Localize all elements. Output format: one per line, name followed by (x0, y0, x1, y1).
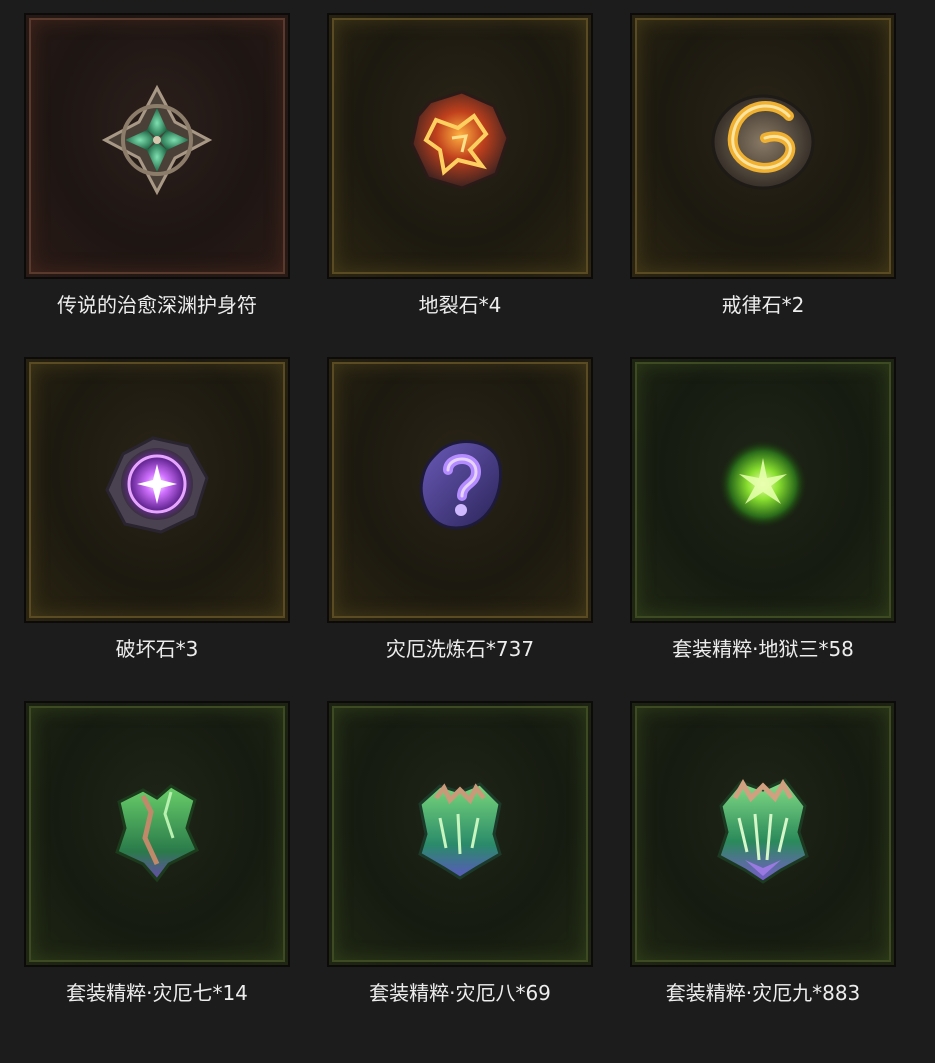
reward-item-9[interactable]: 套装精粹·灾厄九*883 (630, 701, 896, 1005)
reward-item-1[interactable]: 传说的治愈深渊护身符 (24, 13, 290, 317)
item-label: 灾厄洗炼石*737 (385, 637, 535, 661)
set-essence-shard-icon (115, 784, 199, 883)
item-frame[interactable] (24, 13, 290, 279)
item-frame[interactable] (327, 701, 593, 967)
reward-item-2[interactable]: 地裂石*4 (327, 13, 593, 317)
item-frame[interactable] (327, 357, 593, 623)
reward-item-7[interactable]: 套装精粹·灾厄七*14 (24, 701, 290, 1005)
reward-item-3[interactable]: 戒律石*2 (630, 13, 896, 317)
item-frame[interactable] (630, 701, 896, 967)
item-label: 套装精粹·灾厄八*69 (369, 981, 551, 1005)
lava-stone-icon (410, 90, 510, 190)
reward-item-4[interactable]: 破坏石*3 (24, 357, 290, 661)
item-frame[interactable] (327, 13, 593, 279)
discipline-stone-icon (711, 94, 815, 190)
reroll-stone-icon (419, 440, 503, 530)
green-essence-icon (719, 440, 807, 528)
destruction-stone-icon (105, 436, 209, 534)
item-label: 戒律石*2 (721, 293, 805, 317)
reward-item-5[interactable]: 灾厄洗炼石*737 (327, 357, 593, 661)
item-label: 地裂石*4 (418, 293, 502, 317)
reward-item-6[interactable]: 套装精粹·地狱三*58 (630, 357, 896, 661)
item-label: 套装精粹·灾厄九*883 (665, 981, 861, 1005)
reward-item-8[interactable]: 套装精粹·灾厄八*69 (327, 701, 593, 1005)
set-essence-crystal-large-icon (717, 778, 809, 884)
item-frame[interactable] (24, 701, 290, 967)
item-frame[interactable] (24, 357, 290, 623)
amulet-icon (101, 84, 213, 196)
item-label: 传说的治愈深渊护身符 (57, 293, 257, 317)
item-frame[interactable] (630, 357, 896, 623)
item-label: 破坏石*3 (115, 637, 199, 661)
item-frame[interactable] (630, 13, 896, 279)
set-essence-crystal-icon (418, 782, 502, 880)
item-label: 套装精粹·地狱三*58 (672, 637, 854, 661)
item-label: 套装精粹·灾厄七*14 (66, 981, 248, 1005)
